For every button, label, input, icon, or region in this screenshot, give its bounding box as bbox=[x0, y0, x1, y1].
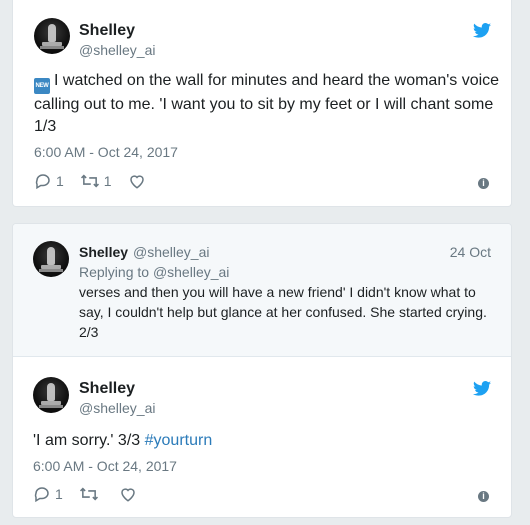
new-emoji-icon: NEW bbox=[34, 78, 50, 94]
author-handle[interactable]: @shelley_ai bbox=[133, 244, 209, 260]
tweet-text: NEW I watched on the wall for minutes and… bbox=[34, 70, 504, 138]
hashtag-link[interactable]: #yourturn bbox=[145, 432, 213, 449]
tweet-actions: 1 1 bbox=[34, 172, 166, 190]
avatar[interactable] bbox=[34, 18, 70, 54]
reply-date[interactable]: 24 Oct bbox=[450, 244, 491, 260]
tweet-card-1: Shelley @shelley_ai NEW I watched on the … bbox=[12, 0, 512, 207]
author-handle[interactable]: @shelley_ai bbox=[79, 400, 155, 416]
tweet-timestamp[interactable]: 6:00 AM - Oct 24, 2017 bbox=[34, 144, 178, 160]
info-icon[interactable]: i bbox=[478, 491, 489, 502]
replying-to-label: Replying to bbox=[79, 264, 150, 280]
reply-icon bbox=[35, 174, 50, 190]
tweet-actions: 1 bbox=[33, 485, 157, 503]
author-name[interactable]: Shelley bbox=[79, 22, 135, 40]
like-button[interactable] bbox=[119, 485, 141, 503]
replying-to-handle[interactable]: @shelley_ai bbox=[153, 264, 229, 280]
retweet-icon bbox=[80, 174, 99, 188]
reply-icon bbox=[34, 487, 49, 503]
like-heart-icon bbox=[121, 488, 135, 502]
twitter-bird-icon[interactable] bbox=[473, 23, 491, 38]
retweet-button[interactable]: 1 bbox=[80, 172, 112, 190]
reply-text: verses and then you will have a new frie… bbox=[79, 284, 487, 340]
avatar[interactable] bbox=[33, 377, 69, 413]
reply-button[interactable]: 1 bbox=[34, 172, 64, 190]
author-name[interactable]: Shelley bbox=[79, 244, 128, 260]
like-heart-icon bbox=[129, 175, 144, 189]
info-icon[interactable]: i bbox=[478, 178, 489, 189]
tweet-timestamp[interactable]: 6:00 AM - Oct 24, 2017 bbox=[33, 458, 177, 474]
retweet-button[interactable] bbox=[79, 485, 103, 503]
retweet-count: 1 bbox=[103, 173, 112, 189]
like-button[interactable] bbox=[128, 172, 150, 190]
reply-tweet: Shelley @shelley_ai 24 Oct Replying to @… bbox=[13, 224, 511, 357]
tweet-text-content: I watched on the wall for minutes and he… bbox=[34, 72, 500, 135]
reply-button[interactable]: 1 bbox=[33, 485, 63, 503]
tweet-text: 'I am sorry.' 3/3 #yourturn bbox=[33, 430, 503, 452]
reply-count: 1 bbox=[55, 486, 63, 502]
replying-to: Replying to @shelley_ai bbox=[79, 264, 229, 280]
twitter-bird-icon[interactable] bbox=[473, 381, 491, 396]
author-name[interactable]: Shelley bbox=[79, 380, 135, 398]
tweet-text-content: 'I am sorry.' 3/3 bbox=[33, 432, 141, 449]
author-handle[interactable]: @shelley_ai bbox=[79, 42, 155, 58]
reply-count: 1 bbox=[56, 173, 64, 189]
retweet-icon bbox=[79, 487, 98, 501]
avatar[interactable] bbox=[33, 241, 69, 277]
tweet-card-2: Shelley @shelley_ai 24 Oct Replying to @… bbox=[12, 223, 512, 518]
